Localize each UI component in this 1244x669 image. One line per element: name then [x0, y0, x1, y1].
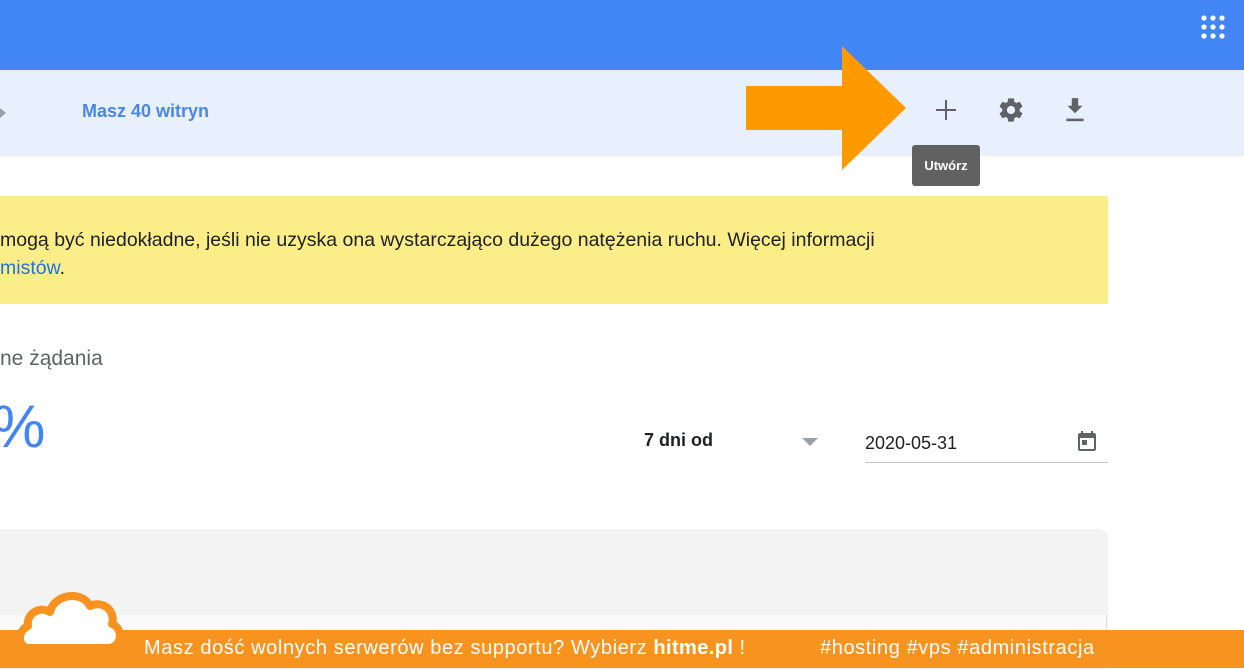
calendar-icon[interactable]: [1075, 429, 1099, 453]
chevron-down-icon: [802, 438, 818, 446]
notice-text: mogą być niedokładne, jeśli nie uzyska o…: [0, 226, 1100, 282]
cloud-icon: [16, 592, 124, 652]
start-date-field[interactable]: 2020-05-31: [865, 424, 1108, 463]
promo-text: Masz dość wolnych serwerów bez supportu?…: [144, 637, 746, 660]
requests-label: ne żądania: [0, 347, 103, 370]
notice-line-2: mistów.: [0, 254, 1100, 282]
caret-left-icon[interactable]: [0, 108, 6, 118]
notice-line-2-suffix: .: [59, 257, 66, 279]
apps-grid-icon[interactable]: [1200, 14, 1226, 40]
create-tooltip: Utwórz: [912, 145, 980, 186]
top-app-bar: [0, 0, 1244, 70]
gear-icon: [999, 98, 1023, 122]
notice-line-1: mogą być niedokładne, jeśli nie uzyska o…: [0, 229, 875, 251]
promo-text-end: !: [733, 637, 746, 659]
promo-hashtags: #hosting #vps #administracja: [820, 637, 1095, 659]
settings-button[interactable]: [991, 90, 1031, 130]
sites-count-label: Masz 40 witryn: [82, 101, 210, 121]
plus-icon: [936, 100, 956, 120]
start-date-value: 2020-05-31: [865, 433, 958, 453]
create-button[interactable]: [926, 90, 966, 130]
download-button[interactable]: [1055, 90, 1095, 130]
promo-brand[interactable]: hitme.pl: [653, 637, 733, 659]
requests-percent-value: %: [0, 392, 45, 462]
promo-text-main: Masz dość wolnych serwerów bez supportu?…: [144, 637, 654, 659]
notice-link[interactable]: mistów: [0, 257, 60, 279]
download-icon: [1066, 98, 1084, 122]
date-range-select[interactable]: 7 dni od: [644, 430, 820, 454]
date-range-label: 7 dni od: [644, 430, 713, 450]
arrow-pointer-icon: [746, 46, 906, 170]
